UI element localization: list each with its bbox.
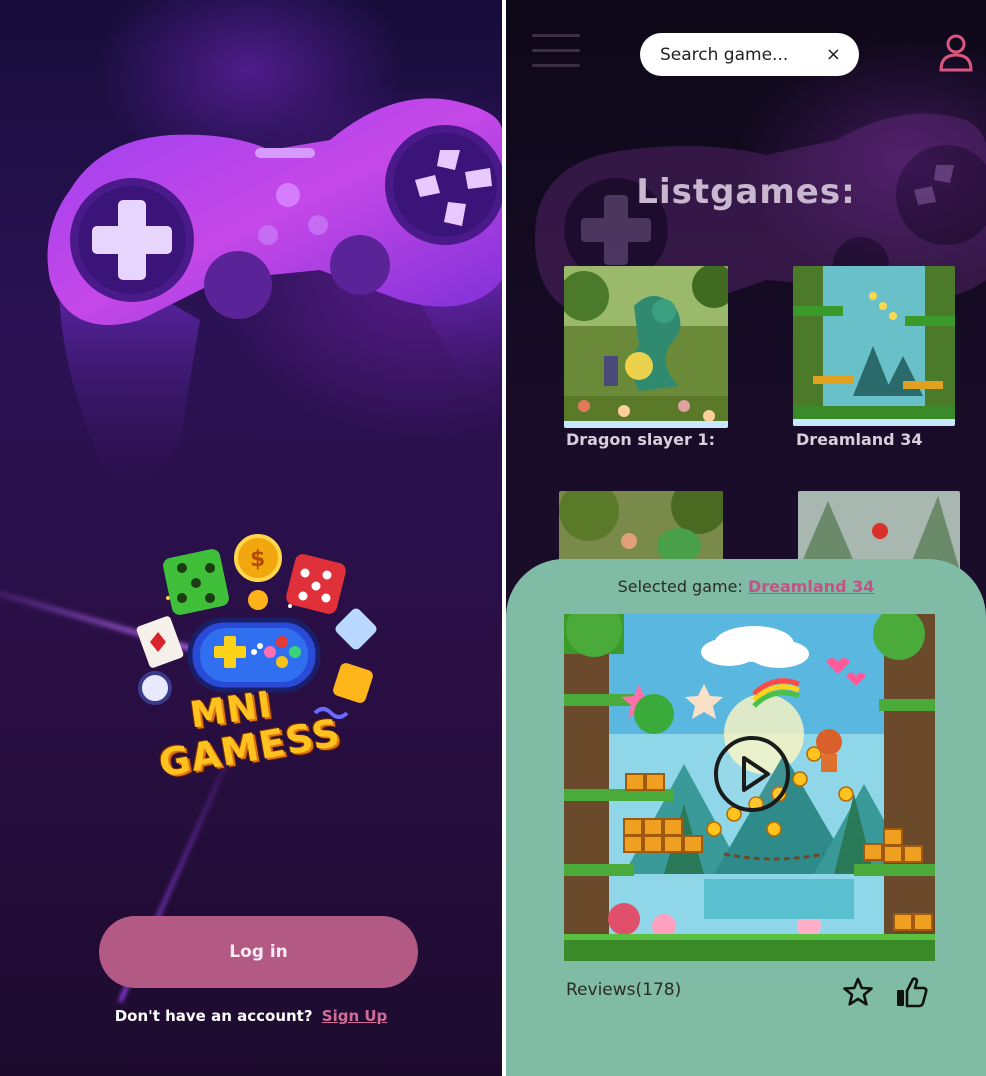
selected-game-prefix: Selected game: <box>617 577 743 596</box>
reviews-link[interactable]: Reviews(178) <box>566 980 681 1000</box>
close-icon[interactable]: × <box>826 44 841 65</box>
selected-game-label: Selected game: Dreamland 34 <box>506 577 986 596</box>
svg-text:$: $ <box>250 547 265 572</box>
game-card[interactable] <box>793 266 955 426</box>
game-thumbnail <box>559 264 736 428</box>
play-button[interactable] <box>714 736 790 812</box>
game-thumbnail <box>793 266 955 426</box>
game-title: Dragon slayer 1: <box>566 430 715 449</box>
search-input[interactable] <box>660 44 810 65</box>
game-title: Dreamland 34 <box>796 430 923 449</box>
profile-icon[interactable] <box>938 33 974 73</box>
play-icon <box>742 756 770 792</box>
menu-icon[interactable] <box>532 34 580 68</box>
star-icon[interactable] <box>842 976 874 1008</box>
signup-link[interactable]: Sign Up <box>322 1007 388 1025</box>
selected-game-link[interactable]: Dreamland 34 <box>748 577 874 596</box>
selected-game-sheet: Selected game: Dreamland 34 Reviews(178) <box>506 559 986 1076</box>
login-screen: $ MNI GAMESS Log in Don't have an accoun… <box>0 0 502 1076</box>
omni-games-logo: $ MNI GAMESS <box>130 528 380 798</box>
search-bar[interactable]: × <box>640 33 859 76</box>
featured-game-artwork[interactable] <box>564 614 935 961</box>
signup-prompt: Don't have an account? Sign Up <box>0 1007 502 1025</box>
gamepad-illustration <box>47 98 502 485</box>
thumbs-up-icon[interactable] <box>895 975 929 1009</box>
game-card[interactable] <box>559 264 736 428</box>
page-title: Listgames: <box>636 172 856 212</box>
signup-prompt-text: Don't have an account? <box>114 1007 313 1025</box>
game-list-screen: × Listgames: Dragon slayer 1: <box>506 0 986 1076</box>
login-button[interactable]: Log in <box>99 916 418 988</box>
